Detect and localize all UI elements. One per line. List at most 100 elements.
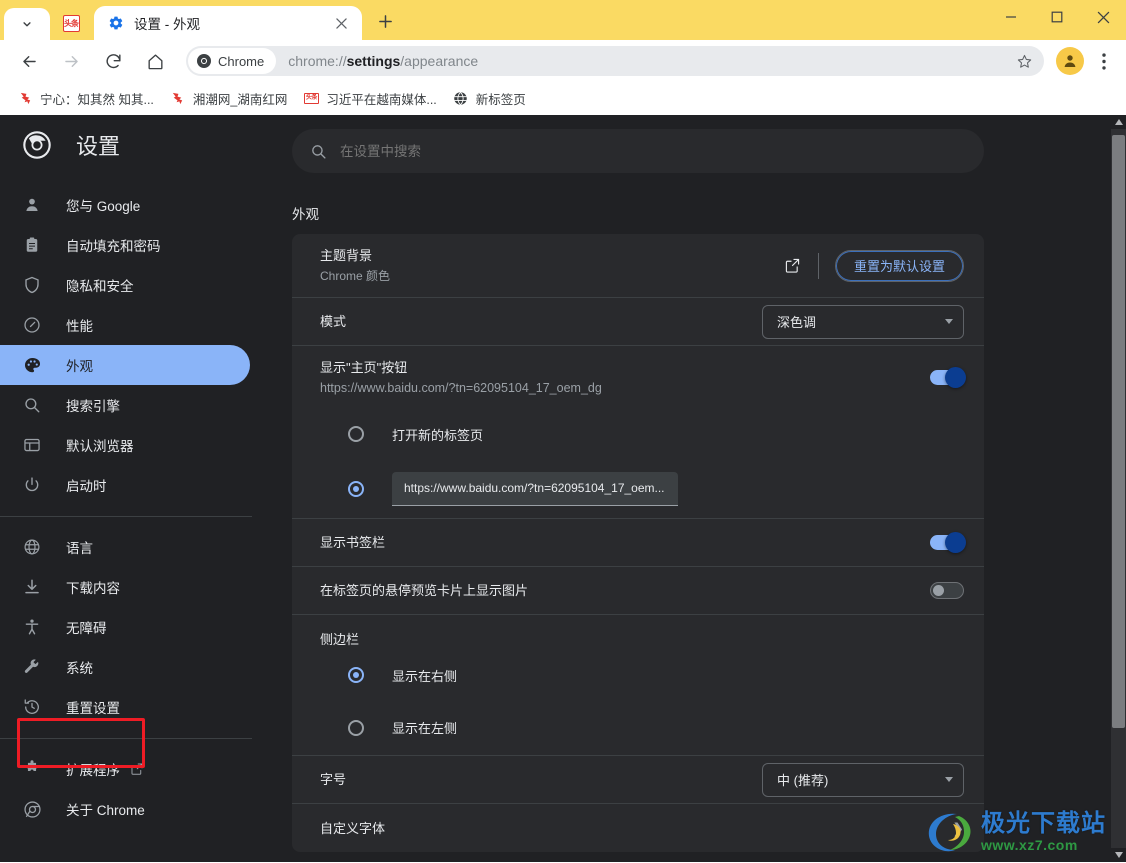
sidebar-item-label: 隐私和安全	[66, 279, 134, 294]
sidebar-item-label: 关于 Chrome	[66, 803, 145, 818]
home-button-toggle[interactable]	[930, 367, 966, 388]
bookmark-star-button[interactable]	[1010, 47, 1038, 75]
home-icon	[147, 53, 163, 69]
pinned-tab-toutiao[interactable]: 头条	[50, 7, 92, 40]
caret-up-icon	[1114, 119, 1123, 125]
font-size-select[interactable]: 中 (推荐)	[762, 762, 964, 797]
sidebar-item-label: 您与 Google	[66, 199, 141, 214]
home-url-field[interactable]	[392, 471, 678, 506]
tab-search-button[interactable]	[4, 8, 50, 40]
new-tab-button[interactable]	[368, 4, 402, 38]
settings-search-box[interactable]	[292, 129, 984, 173]
sidebar-item-autofill[interactable]: 自动填充和密码	[0, 225, 250, 265]
bookmarks-bar-toggle[interactable]	[930, 532, 966, 553]
toutiao-favicon-text: 头条	[303, 92, 319, 104]
chrome-origin-chip[interactable]: Chrome	[188, 48, 277, 74]
reset-to-default-button[interactable]: 重置为默认设置	[834, 249, 964, 282]
maximize-icon	[1051, 11, 1063, 23]
sidebar-item-privacy[interactable]: 隐私和安全	[0, 265, 250, 305]
browser-toolbar: Chrome chrome://settings/appearance	[0, 40, 1126, 82]
speedometer-icon	[22, 315, 42, 335]
sidebar-item-system[interactable]: 系统	[0, 647, 250, 687]
bookmark-item[interactable]: 湘潮网_湖南红网	[163, 86, 294, 110]
sidebar-item-search-engine[interactable]: 搜索引擎	[0, 385, 250, 425]
sidebar-item-extensions[interactable]: 扩展程序	[0, 749, 250, 789]
maximize-button[interactable]	[1034, 0, 1080, 34]
back-button[interactable]	[13, 45, 45, 77]
home-button[interactable]	[139, 45, 171, 77]
radio-sidepanel-right[interactable]	[348, 667, 364, 683]
sidebar-item-about-chrome[interactable]: 关于 Chrome	[0, 789, 250, 829]
section-heading: 外观	[292, 207, 319, 222]
sidebar-item-reset-settings[interactable]: 重置设置	[0, 687, 250, 727]
sidebar-item-you-and-google[interactable]: 您与 Google	[0, 185, 250, 225]
chevron-down-icon	[945, 319, 953, 324]
home-new-tab-option-row[interactable]: 打开新的标签页	[292, 409, 984, 459]
close-tab-button[interactable]	[330, 12, 352, 34]
minimize-button[interactable]	[988, 0, 1034, 34]
hover-card-images-title: 在标签页的悬停预览卡片上显示图片	[320, 583, 529, 598]
home-custom-url-option-row[interactable]	[292, 459, 984, 519]
reload-icon	[106, 53, 121, 68]
url-text[interactable]: chrome://settings/appearance	[288, 53, 1010, 69]
toggle-knob	[945, 532, 966, 553]
customize-fonts-row[interactable]: 自定义字体 ❯	[292, 804, 984, 852]
avatar[interactable]	[1056, 47, 1084, 75]
title-bar: 头条 设置 - 外观	[0, 0, 1126, 40]
close-icon	[335, 17, 347, 29]
tab-settings-appearance[interactable]: 设置 - 外观	[94, 6, 362, 40]
bookmark-item[interactable]: 头条 习近平在越南媒体...	[296, 86, 443, 110]
forward-button[interactable]	[55, 45, 87, 77]
home-button-url: https://www.baidu.com/?tn=62095104_17_oe…	[320, 381, 602, 395]
theme-row-text: 主题背景 Chrome 颜色	[320, 234, 778, 297]
sidebar-item-accessibility[interactable]: 无障碍	[0, 607, 250, 647]
font-size-title: 字号	[320, 772, 347, 787]
open-theme-external-button[interactable]	[778, 251, 808, 281]
globe-icon	[453, 90, 469, 106]
radio-sidepanel-right-label: 显示在右侧	[392, 668, 458, 684]
close-window-button[interactable]	[1080, 0, 1126, 34]
browser-icon	[22, 435, 42, 455]
sidebar-item-label: 重置设置	[66, 701, 120, 716]
home-url-input[interactable]	[404, 481, 666, 495]
sidebar-item-appearance[interactable]: 外观	[0, 345, 250, 385]
search-icon	[310, 143, 327, 160]
search-input[interactable]	[340, 143, 984, 159]
bookmark-item[interactable]: 宁心：知其然 知其...	[10, 86, 161, 110]
sidebar-divider	[0, 738, 252, 739]
tab-title: 设置 - 外观	[134, 17, 200, 32]
mode-select-value: 深色调	[777, 315, 817, 330]
settings-sidebar: 设置 您与 Google 自动填充和密码 隐私和安全 性能 外观 搜索引擎 默认…	[0, 115, 280, 862]
external-link-icon	[786, 258, 800, 273]
sidebar-item-languages[interactable]: 语言	[0, 527, 250, 567]
wrench-icon	[22, 657, 42, 677]
sidebar-item-on-startup[interactable]: 启动时	[0, 465, 250, 505]
reload-button[interactable]	[97, 45, 129, 77]
mode-select[interactable]: 深色调	[762, 304, 964, 339]
scroll-up-button[interactable]	[1111, 115, 1126, 129]
sidebar-item-label: 扩展程序	[66, 763, 120, 778]
sidebar-item-downloads[interactable]: 下载内容	[0, 567, 250, 607]
bookmarks-bar-row: 显示书签栏	[292, 519, 984, 567]
sidebar-item-default-browser[interactable]: 默认浏览器	[0, 425, 250, 465]
radio-sidepanel-left[interactable]	[348, 719, 364, 736]
address-bar[interactable]: Chrome chrome://settings/appearance	[186, 46, 1044, 76]
toggle-knob	[945, 367, 966, 388]
hover-card-images-row: 在标签页的悬停预览卡片上显示图片	[292, 567, 984, 615]
watermark-title: 极光下载站	[981, 810, 1106, 837]
radio-new-tab[interactable]	[348, 426, 364, 442]
sidebar-item-performance[interactable]: 性能	[0, 305, 250, 345]
scroll-down-button[interactable]	[1111, 848, 1126, 862]
hover-card-images-toggle[interactable]	[930, 582, 964, 599]
page-title: 设置	[76, 134, 121, 159]
page-scrollbar[interactable]	[1111, 115, 1126, 862]
scrollbar-thumb[interactable]	[1112, 135, 1125, 728]
radio-custom-url[interactable]	[348, 480, 364, 497]
bookmark-label: 新标签页	[475, 92, 526, 107]
puzzle-icon	[22, 759, 42, 779]
bookmark-item[interactable]: 新标签页	[446, 86, 533, 110]
sidepanel-left-option-row[interactable]: 显示在左侧	[292, 700, 984, 756]
browser-menu-button[interactable]	[1090, 45, 1118, 77]
settings-page: 设置 您与 Google 自动填充和密码 隐私和安全 性能 外观 搜索引擎 默认…	[0, 115, 1126, 862]
sidepanel-right-option-row[interactable]: 显示在右侧	[292, 650, 984, 700]
